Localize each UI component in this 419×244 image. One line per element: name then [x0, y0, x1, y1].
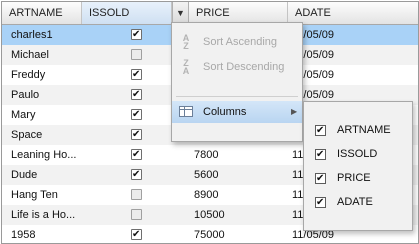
cell-artname: Michael [11, 49, 49, 61]
submenu-item-price[interactable]: PRICE [304, 165, 412, 192]
submenu-item-label: ADATE [337, 196, 373, 208]
menu-sort-ascending[interactable]: AZ Sort Ascending [172, 31, 302, 53]
cell-artname: Space [11, 129, 43, 141]
issold-checkbox[interactable] [131, 129, 142, 140]
issold-checkbox[interactable] [131, 209, 142, 220]
issold-checkbox[interactable] [131, 49, 142, 60]
submenu-item-issold[interactable]: ISSOLD [304, 141, 412, 168]
column-visible-checkbox[interactable] [315, 190, 326, 216]
cell-price: 5600 [194, 169, 219, 181]
sort-az-icon: AZ [182, 33, 190, 51]
cell-price: 8900 [194, 189, 219, 201]
submenu-item-label: ISSOLD [337, 148, 378, 160]
submenu-arrow-icon: ▶ [291, 107, 298, 116]
submenu-item-label: PRICE [337, 172, 371, 184]
issold-checkbox[interactable] [131, 29, 142, 40]
menu-columns-label: Columns [203, 106, 247, 118]
header-artname[interactable]: ARTNAME [2, 2, 82, 24]
cell-artname: Freddy [11, 69, 46, 81]
cell-artname: charles1 [11, 29, 53, 41]
issold-checkbox[interactable] [131, 149, 142, 160]
submenu-item-artname[interactable]: ARTNAME [304, 117, 412, 144]
cell-price: 75000 [194, 229, 225, 241]
cell-price: 7800 [194, 149, 219, 161]
cell-artname: Life is a Ho... [11, 209, 76, 221]
menu-separator [176, 96, 298, 97]
issold-checkbox[interactable] [131, 69, 142, 80]
cell-artname: Mary [11, 109, 36, 121]
menu-sort-descending[interactable]: ZA Sort Descending [172, 56, 302, 78]
menu-sort-descending-label: Sort Descending [203, 61, 285, 73]
cell-artname: Hang Ten [11, 189, 58, 201]
menu-sort-ascending-label: Sort Ascending [203, 36, 277, 48]
column-visible-checkbox[interactable] [315, 118, 326, 144]
cell-price: 10500 [194, 209, 225, 221]
column-visible-checkbox[interactable] [315, 166, 326, 192]
column-context-menu: AZ Sort Ascending ZA Sort Descending Col… [171, 22, 303, 142]
sort-za-icon: ZA [182, 58, 190, 76]
issold-checkbox[interactable] [131, 169, 142, 180]
cell-artname: Dude [11, 169, 38, 181]
cell-artname: 1958 [11, 229, 36, 241]
menu-columns[interactable]: Columns ▶ [172, 101, 302, 123]
header-issold[interactable]: ISSOLD [82, 2, 172, 24]
header-menu-arrow-icon[interactable]: ▼ [172, 2, 189, 24]
issold-checkbox[interactable] [131, 189, 142, 200]
submenu-item-adate[interactable]: ADATE [304, 189, 412, 216]
issold-checkbox[interactable] [131, 89, 142, 100]
issold-checkbox[interactable] [131, 229, 142, 240]
submenu-item-label: ARTNAME [337, 124, 391, 136]
issold-checkbox[interactable] [131, 109, 142, 120]
columns-grid-icon [179, 106, 193, 117]
header-adate[interactable]: ADATE [288, 2, 418, 24]
columns-submenu: ARTNAME ISSOLD PRICE ADATE [303, 101, 413, 231]
column-visible-checkbox[interactable] [315, 142, 326, 168]
cell-artname: Paulo [11, 89, 40, 101]
cell-artname: Leaning Ho... [11, 149, 77, 161]
header-price[interactable]: PRICE [189, 2, 288, 24]
